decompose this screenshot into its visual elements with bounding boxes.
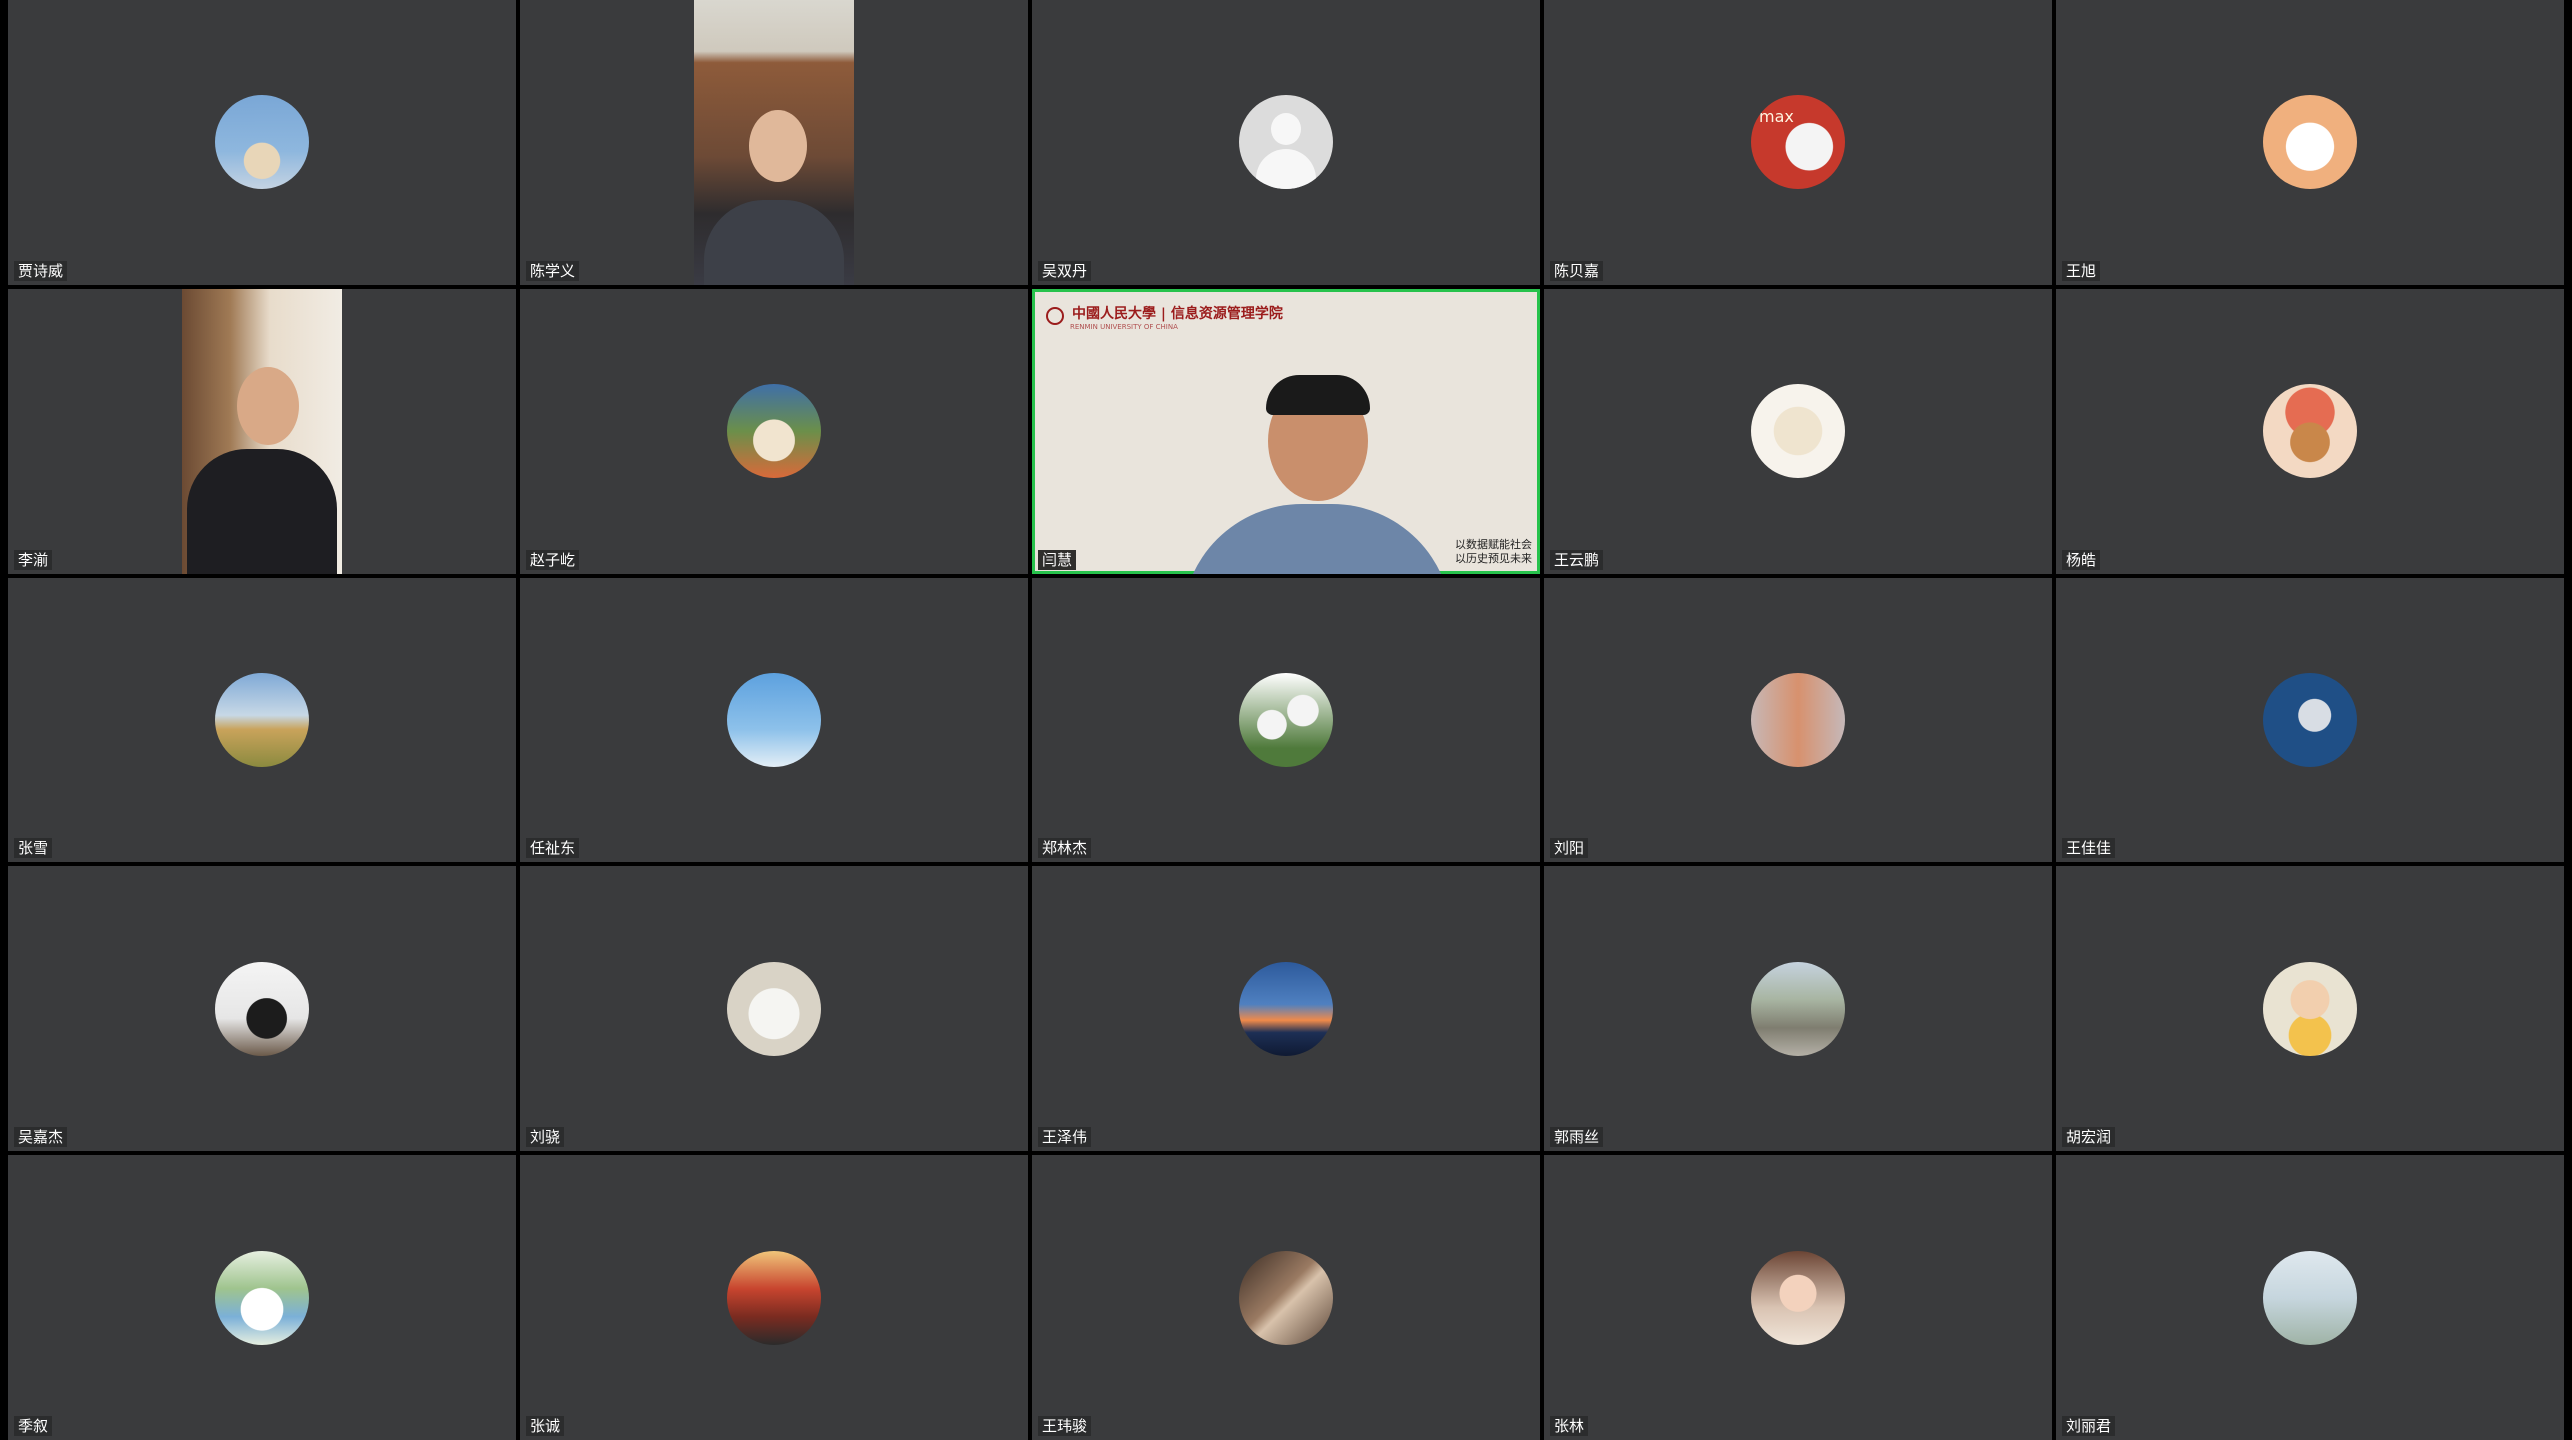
speaker-hair <box>1266 374 1370 415</box>
participant-tile[interactable]: 刘阳 <box>1544 577 2052 863</box>
participant-name: 郭雨丝 <box>1550 1127 1604 1148</box>
participant-avatar <box>215 95 309 190</box>
video-grid: 贾诗威 陈学义 吴双丹 max 陈贝嘉 王旭 李湔 赵子屹 中國人民大學 | 信… <box>8 0 2564 1440</box>
participant-tile[interactable]: 吴双丹 <box>1032 0 1540 285</box>
participant-name: 胡宏润 <box>2062 1127 2116 1148</box>
participant-body <box>704 200 844 285</box>
participant-avatar <box>1239 672 1333 767</box>
participant-name: 王玮骏 <box>1038 1415 1092 1436</box>
participant-face <box>749 110 807 182</box>
participant-name: 王佳佳 <box>2062 838 2116 859</box>
participant-name: 杨皓 <box>2062 549 2101 570</box>
participant-name: 王泽伟 <box>1038 1127 1092 1148</box>
participant-avatar <box>2263 95 2357 190</box>
participant-tile[interactable]: 郑林杰 <box>1032 577 1540 863</box>
participant-tile[interactable]: 郭雨丝 <box>1544 866 2052 1152</box>
participant-tile[interactable]: max 陈贝嘉 <box>1544 0 2052 285</box>
participant-tile[interactable]: 刘丽君 <box>2056 1155 2564 1440</box>
banner-subtitle: RENMIN UNIVERSITY OF CHINA <box>1070 322 1178 331</box>
participant-avatar <box>727 384 821 479</box>
participant-avatar <box>1239 961 1333 1056</box>
participant-name: 刘骁 <box>526 1127 565 1148</box>
participant-name: 吴双丹 <box>1038 260 1092 281</box>
participant-tile[interactable]: 王佳佳 <box>2056 577 2564 863</box>
participant-avatar <box>1751 961 1845 1056</box>
participant-avatar <box>2263 961 2357 1056</box>
participant-avatar <box>2263 1250 2357 1345</box>
participant-name: 陈学义 <box>526 260 580 281</box>
participant-name: 刘阳 <box>1550 838 1589 859</box>
participant-tile[interactable]: 吴嘉杰 <box>8 866 516 1152</box>
participant-avatar <box>1751 384 1845 479</box>
avatar-caption: max <box>1759 107 1794 127</box>
participant-tile[interactable]: 张雪 <box>8 577 516 863</box>
slogan-line-2: 以历史预见未来 <box>1455 551 1532 565</box>
participant-name: 陈贝嘉 <box>1550 260 1604 281</box>
participant-video <box>694 0 854 285</box>
participant-avatar <box>727 961 821 1056</box>
participant-avatar <box>215 672 309 767</box>
university-seal-icon <box>1046 306 1064 325</box>
default-avatar-icon <box>1239 95 1333 190</box>
participant-tile[interactable]: 季叙 <box>8 1155 516 1440</box>
participant-avatar <box>727 1250 821 1345</box>
participant-tile[interactable]: 杨皓 <box>2056 288 2564 574</box>
participant-tile[interactable]: 陈学义 <box>520 0 1028 285</box>
participant-name: 刘丽君 <box>2062 1415 2116 1436</box>
participant-tile[interactable]: 张林 <box>1544 1155 2052 1440</box>
participant-tile[interactable]: 王玮骏 <box>1032 1155 1540 1440</box>
participant-tile[interactable]: 王旭 <box>2056 0 2564 285</box>
participant-tile[interactable]: 王云鹏 <box>1544 288 2052 574</box>
participant-name: 李湔 <box>14 549 53 570</box>
participant-name: 王旭 <box>2062 260 2101 281</box>
participant-name: 赵子屹 <box>526 549 580 570</box>
participant-tile[interactable]: 王泽伟 <box>1032 866 1540 1152</box>
participant-name: 季叙 <box>14 1415 53 1436</box>
participant-name: 闫慧 <box>1038 549 1077 570</box>
participant-video <box>182 288 342 574</box>
banner-title: 中國人民大學 | 信息资源管理学院 <box>1072 305 1283 322</box>
participant-avatar <box>1751 672 1845 767</box>
participant-name: 任祉东 <box>526 838 580 859</box>
participant-name: 张林 <box>1550 1415 1589 1436</box>
participant-tile[interactable]: 李湔 <box>8 288 516 574</box>
participant-tile[interactable]: 刘骁 <box>520 866 1028 1152</box>
participant-avatar <box>215 961 309 1056</box>
slogan-line-1: 以数据赋能社会 <box>1455 537 1532 551</box>
participant-avatar: max <box>1751 95 1845 190</box>
participant-name: 张雪 <box>14 838 53 859</box>
participant-tile[interactable]: 任祉东 <box>520 577 1028 863</box>
active-speaker-tile[interactable]: 中國人民大學 | 信息资源管理学院 RENMIN UNIVERSITY OF C… <box>1032 288 1540 574</box>
participant-tile[interactable]: 胡宏润 <box>2056 866 2564 1152</box>
participant-name: 吴嘉杰 <box>14 1127 68 1148</box>
participant-avatar <box>727 672 821 767</box>
participant-body <box>187 448 337 574</box>
participant-avatar <box>215 1250 309 1345</box>
participant-face <box>237 366 299 445</box>
participant-avatar <box>2263 672 2357 767</box>
speaker-body <box>1182 503 1452 574</box>
participant-name: 王云鹏 <box>1550 549 1604 570</box>
participant-avatar <box>1239 1250 1333 1345</box>
participant-name: 张诚 <box>526 1415 565 1436</box>
participant-tile[interactable]: 赵子屹 <box>520 288 1028 574</box>
participant-tile[interactable]: 贾诗威 <box>8 0 516 285</box>
participant-avatar <box>2263 384 2357 479</box>
participant-avatar <box>1751 1250 1845 1345</box>
banner-slogan: 以数据赋能社会 以历史预见未来 <box>1455 538 1532 566</box>
participant-tile[interactable]: 张诚 <box>520 1155 1028 1440</box>
participant-name: 郑林杰 <box>1038 838 1092 859</box>
participant-name: 贾诗威 <box>14 260 68 281</box>
